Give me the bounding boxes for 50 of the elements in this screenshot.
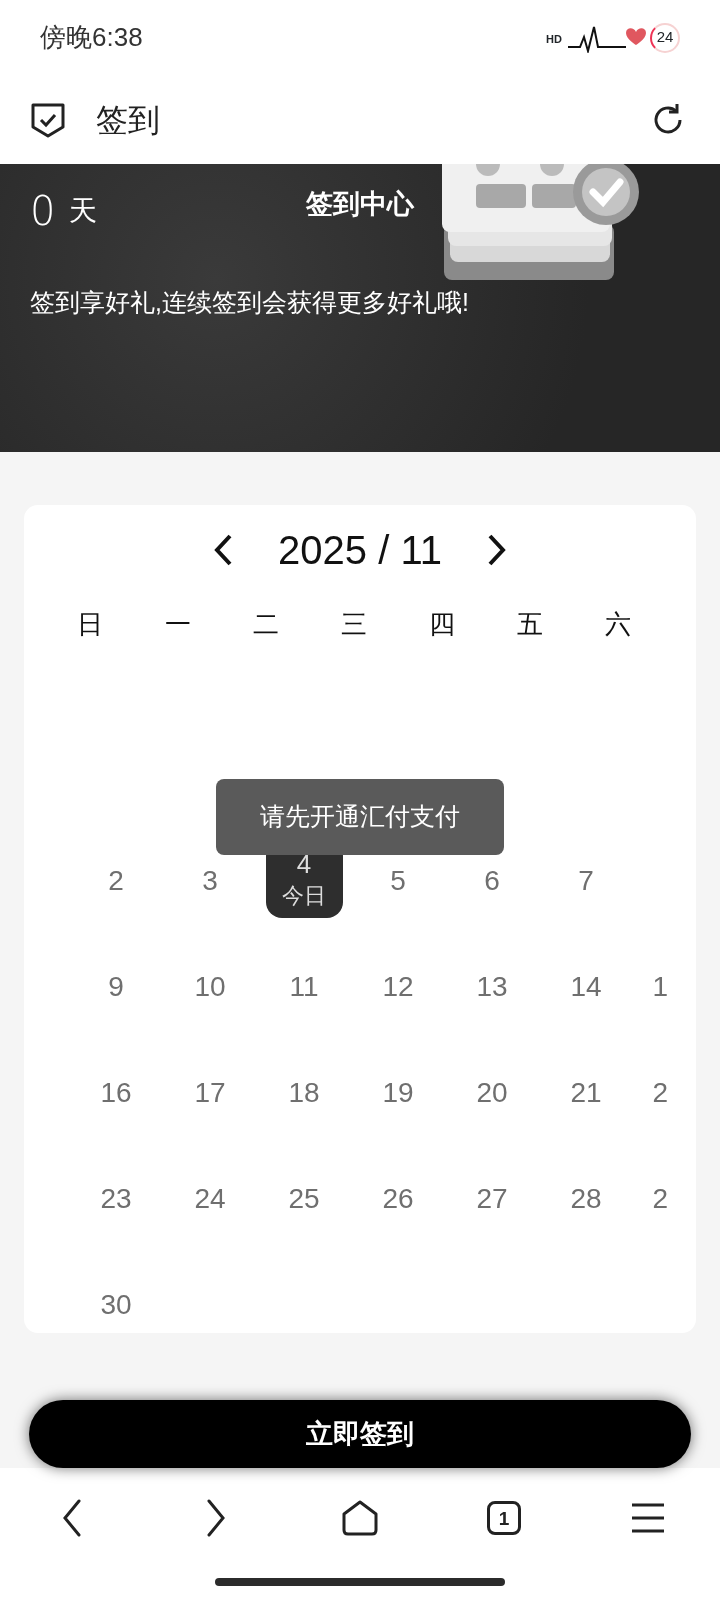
sign-in-button[interactable]: 立即签到 (29, 1400, 691, 1468)
battery-level: 24 (650, 22, 680, 53)
weekday-label: 一 (164, 608, 192, 641)
day-number[interactable]: 10 (194, 966, 226, 1008)
day-number[interactable]: 27 (476, 1178, 508, 1220)
day-number[interactable]: 9 (108, 966, 124, 1008)
day-number[interactable]: 19 (382, 1072, 414, 1114)
day-number[interactable]: 18 (288, 1072, 320, 1114)
day-number[interactable]: 13 (476, 966, 508, 1008)
banner-subtitle: 签到享好礼,连续签到会获得更多好礼哦! (30, 287, 469, 318)
streak-unit: 天 (69, 194, 98, 228)
weekday-label: 三 (340, 608, 368, 641)
month-title: 2025 / 11 (278, 527, 442, 574)
day-number[interactable]: 16 (100, 1072, 132, 1114)
tabs-button[interactable]: 1 (468, 1482, 540, 1554)
day-number[interactable]: 2 (652, 1178, 668, 1220)
day-number[interactable]: 12 (382, 966, 414, 1008)
day-number[interactable]: 26 (382, 1178, 414, 1220)
day-number[interactable]: 30 (100, 1284, 132, 1326)
page-title: 签到 (96, 100, 160, 140)
day-number[interactable]: 23 (100, 1178, 132, 1220)
day-number[interactable]: 5 (390, 860, 406, 902)
forward-icon (206, 1498, 226, 1538)
weekday-label: 四 (428, 608, 456, 641)
menu-icon (630, 1502, 666, 1534)
day-number[interactable]: 1 (652, 966, 668, 1008)
day-number[interactable]: 7 (578, 860, 594, 902)
day-number[interactable]: 28 (570, 1178, 602, 1220)
streak-count: 0 (30, 187, 56, 236)
day-number[interactable]: 3 (202, 860, 218, 902)
day-number[interactable]: 6 (484, 860, 500, 902)
weekday-label: 六 (604, 608, 632, 641)
weekday-label: 二 (252, 608, 280, 641)
home-icon (341, 1499, 379, 1537)
day-number[interactable]: 2 (108, 860, 124, 902)
day-number[interactable]: 25 (288, 1178, 320, 1220)
day-number[interactable]: 2 (652, 1072, 668, 1114)
day-number[interactable]: 24 (194, 1178, 226, 1220)
network-label: HD (546, 31, 562, 47)
banner-title: 签到中心 (306, 188, 414, 221)
day-number[interactable]: 17 (194, 1072, 226, 1114)
day-number[interactable]: 14 (570, 966, 602, 1008)
day-number[interactable]: 20 (476, 1072, 508, 1114)
status-time: 傍晚6:38 (40, 21, 143, 54)
back-icon (62, 1498, 82, 1538)
toast-message: 请先开通汇付支付 (216, 779, 504, 855)
day-number[interactable]: 11 (289, 966, 319, 1008)
weekday-label: 日 (76, 608, 104, 641)
day-number[interactable]: 21 (570, 1072, 602, 1114)
weekday-label: 五 (516, 608, 544, 641)
